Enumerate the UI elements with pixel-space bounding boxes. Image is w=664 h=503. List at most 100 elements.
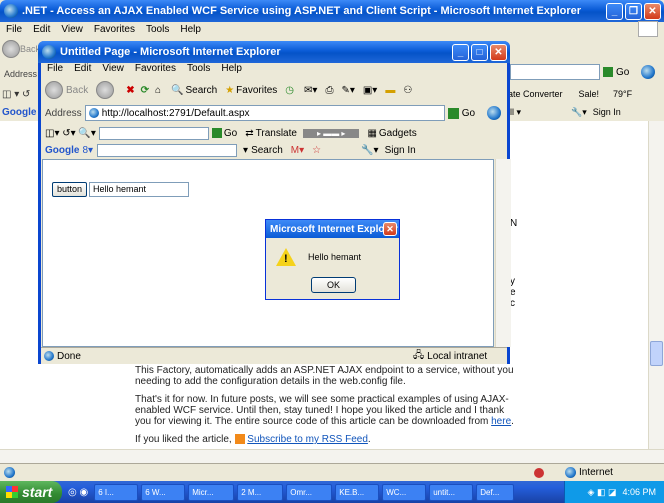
outer-back-label[interactable]: Back — [20, 44, 40, 54]
outer-small-icons: ◫ ▾ ↺ — [2, 88, 31, 100]
gmail-icon[interactable]: M▾ — [291, 145, 304, 156]
search-icon[interactable]: 🔍 — [171, 85, 183, 96]
blog-p2-end: . — [511, 416, 514, 427]
inner-go2-label[interactable]: Go — [224, 128, 237, 139]
restore-button[interactable]: ❐ — [625, 3, 642, 20]
taskbar-item[interactable]: 2 M... — [237, 483, 284, 501]
dialog-message: Hello hemant — [308, 252, 362, 262]
discuss-icon[interactable]: ▣▾ — [363, 85, 377, 96]
page-button[interactable]: button — [52, 182, 88, 197]
rate-converter-link[interactable]: ate Converter — [508, 89, 563, 99]
close-button[interactable]: ✕ — [644, 3, 661, 20]
go-arrow-icon[interactable] — [211, 128, 222, 138]
edit-icon[interactable]: ✎▾ — [341, 85, 354, 96]
inner-search-box[interactable] — [98, 126, 209, 140]
menu-edit[interactable]: Edit — [33, 24, 50, 35]
inner-sign-in[interactable]: Sign In — [385, 145, 416, 156]
outer-address-input[interactable] — [510, 64, 600, 80]
translate-icon[interactable]: ⇄ — [245, 128, 253, 139]
forward-icon[interactable] — [96, 81, 115, 99]
menu-help[interactable]: Help — [180, 24, 201, 35]
taskbar-item[interactable]: 6 W... — [141, 483, 186, 501]
home-icon[interactable]: ⌂ — [155, 85, 161, 96]
outer-horizontal-scrollbar[interactable] — [0, 449, 664, 463]
google-search-label[interactable]: Search — [251, 145, 283, 156]
taskbar-item[interactable]: Def... — [476, 483, 515, 501]
media-slider[interactable]: ▸ ▬▬ ▸ — [302, 128, 360, 138]
start-button[interactable]: start — [0, 481, 62, 503]
inner-vertical-scrollbar[interactable] — [495, 159, 511, 347]
blog-text: This Factory, automatically adds an ASP.… — [135, 365, 520, 452]
history-icon[interactable]: ◷ — [285, 85, 294, 96]
inner-menu-edit[interactable]: Edit — [74, 63, 91, 74]
menu-view[interactable]: View — [61, 24, 83, 35]
taskbar-item[interactable]: WC... — [382, 483, 427, 501]
dialog-title: Microsoft Internet Explorer — [270, 223, 398, 235]
back-icon[interactable] — [2, 40, 20, 58]
taskbar-item[interactable]: untit... — [429, 483, 474, 501]
rss-subscribe-link[interactable]: Subscribe to my RSS Feed — [247, 434, 368, 445]
sale-link[interactable]: Sale! — [579, 89, 600, 99]
back-icon[interactable] — [45, 81, 63, 99]
inner-menu-view[interactable]: View — [102, 63, 124, 74]
print-icon[interactable]: ⎙ — [325, 85, 333, 96]
inner-url: http://localhost:2791/Default.aspx — [101, 107, 250, 119]
taskbar-item[interactable]: Micr... — [188, 483, 235, 501]
refresh-icon[interactable]: ⟳ — [141, 85, 149, 96]
inner-menu-tools[interactable]: Tools — [187, 63, 210, 74]
go-arrow-icon[interactable] — [603, 67, 613, 77]
inner-menu-help[interactable]: Help — [221, 63, 242, 74]
inner-title-bar[interactable]: Untitled Page - Microsoft Internet Explo… — [38, 41, 510, 63]
go-arrow-icon[interactable] — [447, 107, 459, 119]
messenger-icon[interactable]: ⚇ — [403, 85, 412, 96]
folder-icon[interactable]: ▬ — [385, 85, 395, 96]
google-search-box[interactable] — [97, 143, 238, 157]
bookmark-icon[interactable]: ☆ — [312, 145, 321, 156]
dialog-title-bar[interactable]: Microsoft Internet Explorer ✕ — [266, 220, 399, 238]
inner-minimize-button[interactable]: _ — [452, 44, 469, 61]
blog-p3-end: . — [367, 434, 371, 445]
inner-address-label: Address — [45, 107, 82, 119]
google-search-icon[interactable]: ▾ — [243, 145, 248, 156]
outer-title-bar[interactable]: .NET - Access an AJAX Enabled WCF Servic… — [0, 0, 664, 22]
inner-back-label[interactable]: Back — [66, 85, 88, 96]
ok-button[interactable]: OK — [311, 277, 356, 293]
search-label[interactable]: Search — [186, 85, 218, 96]
inner-go-label[interactable]: Go — [462, 108, 475, 119]
favorites-label[interactable]: Favorites — [236, 85, 277, 96]
minimize-button[interactable]: _ — [606, 3, 623, 20]
outer-vertical-scrollbar[interactable] — [648, 121, 664, 449]
gadgets-label[interactable]: Gadgets — [379, 128, 417, 139]
wrench-icon[interactable]: 🔧▾ — [361, 145, 378, 156]
hello-input[interactable]: Hello hemant — [89, 182, 189, 197]
download-here-link[interactable]: here — [491, 416, 511, 427]
menu-favorites[interactable]: Favorites — [94, 24, 135, 35]
menu-tools[interactable]: Tools — [146, 24, 169, 35]
inner-menu-file[interactable]: File — [47, 63, 63, 74]
inner-small-icons[interactable]: ◫▾ ↺▾ 🔍▾ — [45, 128, 96, 139]
google-menu-icon[interactable]: 8▾ — [82, 145, 93, 156]
inner-menu-favorites[interactable]: Favorites — [135, 63, 176, 74]
mail-icon[interactable]: ✉▾ — [304, 85, 317, 96]
tray-icons[interactable]: ◈ ◧ ◪ — [588, 487, 617, 498]
inner-maximize-button[interactable]: □ — [471, 44, 488, 61]
blog-p3-text: If you liked the article, — [135, 434, 235, 445]
taskbar-item[interactable]: KE.B... — [335, 483, 380, 501]
wrench-icon[interactable]: 🔧▾ — [571, 107, 587, 118]
outer-go-label[interactable]: Go — [616, 67, 629, 78]
inner-google-logo: Google — [45, 144, 80, 156]
outer-menu-bar: File Edit View Favorites Tools Help — [6, 24, 212, 35]
dialog-close-button[interactable]: ✕ — [383, 222, 397, 236]
outer-sign-in[interactable]: Sign In — [593, 107, 621, 117]
taskbar-item[interactable]: 6 I... — [94, 483, 139, 501]
taskbar-item[interactable]: Omr... — [286, 483, 333, 501]
quick-launch-icons[interactable]: ◎ ◉ — [68, 487, 88, 498]
inner-close-button[interactable]: ✕ — [490, 44, 507, 61]
menu-file[interactable]: File — [6, 24, 22, 35]
outer-scroll-thumb[interactable] — [650, 341, 663, 366]
stop-icon[interactable]: ✖ — [126, 85, 134, 96]
gadgets-icon[interactable]: ▦ — [367, 128, 376, 139]
inner-address-input[interactable]: http://localhost:2791/Default.aspx — [84, 105, 445, 121]
favorites-star-icon[interactable]: ★ — [225, 85, 234, 96]
translate-label[interactable]: Translate — [256, 128, 297, 139]
